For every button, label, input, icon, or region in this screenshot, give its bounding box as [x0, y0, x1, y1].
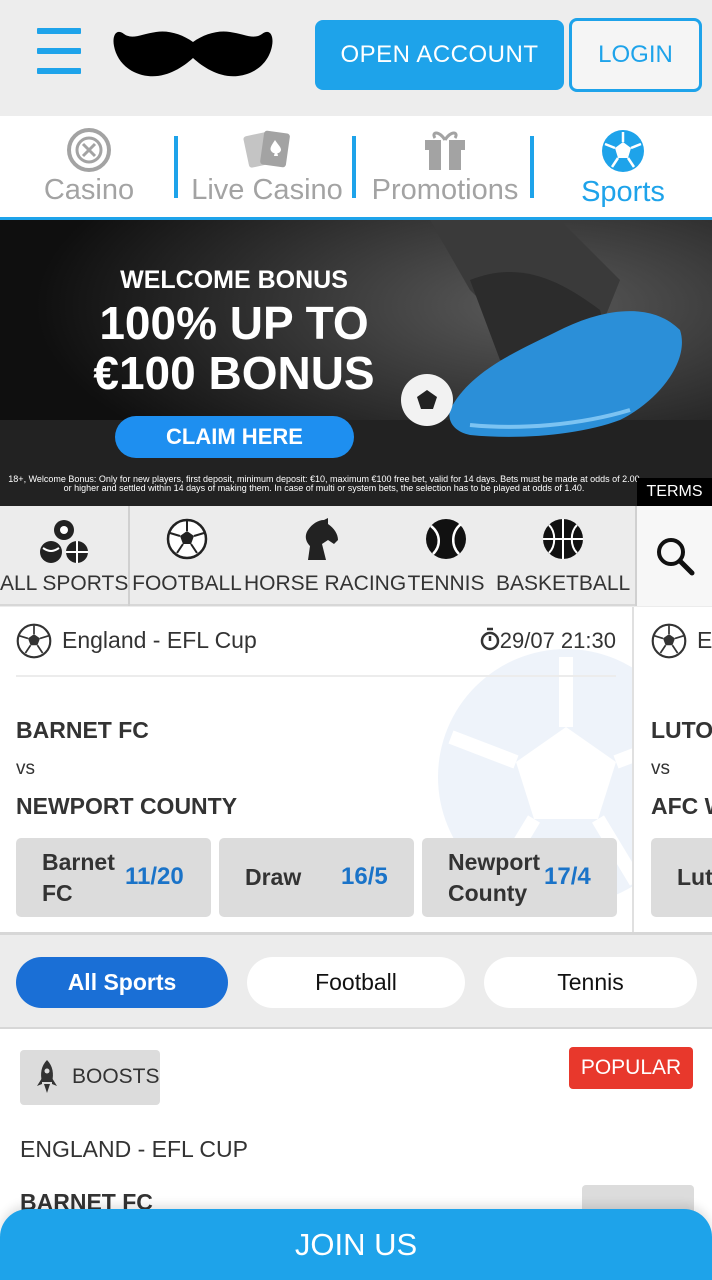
cards-icon — [243, 130, 290, 168]
tab-label: Promotions — [371, 174, 519, 206]
football-icon — [602, 130, 644, 172]
search-icon — [657, 538, 695, 576]
filter-all-sports[interactable]: All Sports — [16, 957, 228, 1008]
menu-icon[interactable] — [37, 28, 81, 74]
header: OPEN ACCOUNT LOGIN — [0, 0, 712, 116]
sport-tennis[interactable]: TENNIS — [396, 506, 496, 606]
sport-label: BASKETBALL — [496, 572, 631, 595]
banner-headline: 100% UP TO — [99, 297, 369, 349]
sport-football[interactable]: FOOTBALL — [130, 506, 244, 606]
terms-button[interactable]: TERMS — [637, 478, 712, 506]
rocket-icon — [37, 1060, 57, 1093]
basketball-icon — [543, 519, 583, 559]
tennis-ball-icon — [426, 519, 466, 559]
promo-banner[interactable]: WELCOME BONUS 100% UP TO €100 BONUS CLAI… — [0, 220, 712, 506]
match-card[interactable]: En LUTON vs AFC W Luto — [636, 607, 712, 932]
sport-label: HORSE RACING — [244, 572, 407, 595]
football-icon — [16, 623, 52, 659]
odds-selection: County — [448, 880, 528, 906]
odds-price: 17/4 — [544, 863, 591, 890]
top-nav: Casino Live Casino Promotions Sports — [0, 116, 712, 220]
odds-selection: Newport — [448, 849, 540, 875]
boosts-label: BOOSTS — [72, 1065, 160, 1088]
odds-price: 16/5 — [341, 863, 388, 890]
match-header: England - EFL Cup 29/07 21:30 — [16, 621, 616, 677]
league-name: England - EFL Cup — [62, 627, 257, 653]
boosts-tag[interactable]: BOOSTS — [20, 1050, 160, 1105]
tab-label: Live Casino — [191, 174, 343, 206]
sport-filter-bar: All Sports Football Tennis — [0, 935, 712, 1029]
tab-label: Sports — [581, 176, 665, 208]
odds-button-draw[interactable]: Draw 16/5 — [219, 838, 414, 917]
login-button[interactable]: LOGIN — [569, 18, 702, 92]
stopwatch-icon — [480, 627, 500, 651]
banner-welcome: WELCOME BONUS — [120, 266, 348, 294]
odds-button-home[interactable]: Barnet FC 11/20 — [16, 838, 211, 917]
sport-basketball[interactable]: BASKETBALL — [496, 506, 630, 606]
away-team: NEWPORT COUNTY — [16, 793, 238, 819]
banner-terms-text: 18+, Welcome Bonus: Only for new players… — [8, 474, 640, 493]
open-account-button[interactable]: OPEN ACCOUNT — [315, 20, 564, 90]
filter-tennis[interactable]: Tennis — [484, 957, 697, 1008]
vs-label: vs — [16, 758, 35, 779]
sport-label: FOOTBALL — [132, 572, 242, 595]
banner-headline: €100 BONUS — [93, 347, 375, 399]
tab-casino[interactable]: Casino — [0, 128, 178, 212]
tab-live-casino[interactable]: Live Casino — [178, 128, 356, 212]
match-time: 29/07 21:30 — [480, 627, 616, 654]
sports-bar: ALL SPORTS FOOTBALL HORSE RACING TENNIS … — [0, 506, 712, 606]
odds-button-home[interactable]: Luto — [651, 838, 712, 917]
mustache-logo[interactable] — [112, 28, 274, 82]
sport-horse-racing[interactable]: HORSE RACING — [244, 506, 407, 606]
odds-selection: Barnet — [42, 849, 115, 875]
all-sports-icon — [40, 520, 88, 563]
tab-label: Casino — [43, 174, 135, 206]
featured-matches: England - EFL Cup 29/07 21:30 BARNET FC … — [0, 607, 712, 935]
sport-all-sports[interactable]: ALL SPORTS — [0, 506, 128, 606]
odds-selection: Draw — [245, 864, 302, 890]
boost-league: ENGLAND - EFL CUP — [20, 1136, 248, 1162]
tab-promotions[interactable]: Promotions — [356, 128, 534, 212]
popular-badge: POPULAR — [569, 1047, 693, 1089]
odds-selection: Luto — [677, 864, 712, 890]
odds-selection: FC — [42, 880, 73, 906]
sport-label: TENNIS — [407, 572, 485, 595]
horse-icon — [305, 518, 338, 560]
claim-here-button[interactable]: CLAIM HERE — [115, 416, 354, 458]
sport-label: ALL SPORTS — [0, 572, 129, 595]
roulette-icon — [67, 128, 111, 172]
away-team: AFC W — [651, 793, 712, 819]
vs-label: vs — [651, 758, 670, 779]
league-name: En — [697, 627, 712, 653]
tab-sports[interactable]: Sports — [534, 128, 712, 212]
join-us-button[interactable]: JOIN US — [0, 1209, 712, 1280]
home-team: LUTON — [651, 717, 712, 743]
odds-button-away[interactable]: Newport County 17/4 — [422, 838, 617, 917]
gift-icon — [425, 131, 465, 170]
home-team: BARNET FC — [16, 717, 149, 743]
match-time-text: 29/07 21:30 — [499, 628, 616, 653]
filter-football[interactable]: Football — [247, 957, 465, 1008]
football-icon — [651, 623, 687, 659]
odds-price: 11/20 — [125, 863, 184, 890]
match-card[interactable]: England - EFL Cup 29/07 21:30 BARNET FC … — [0, 607, 634, 932]
search-button[interactable] — [635, 506, 712, 606]
football-icon — [166, 518, 208, 560]
